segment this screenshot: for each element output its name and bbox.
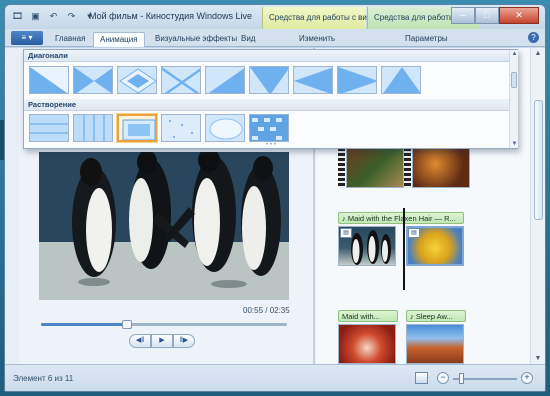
- ribbon-tab-bar: ≡ ▾ Главная Анимация Визуальные эффекты …: [5, 29, 545, 47]
- penguins-image: [39, 152, 289, 300]
- seek-thumb[interactable]: [122, 320, 133, 329]
- music-caption[interactable]: ♪ Maid with the Flaxen Hair — R...: [338, 212, 464, 224]
- tab-visual-effects[interactable]: Визуальные эффекты: [149, 32, 243, 47]
- video-tools-context-tab[interactable]: Средства для работы с видео: [262, 7, 380, 29]
- music-caption[interactable]: ♪ Sleep Aw...: [406, 310, 466, 322]
- diagonal-transition-preview-icon: [208, 68, 244, 93]
- zoom-in-button[interactable]: +: [521, 372, 533, 384]
- dissolve-transition-tile[interactable]: [29, 114, 69, 142]
- tab-view[interactable]: Вид: [235, 32, 261, 47]
- dissolve-transition-tile[interactable]: [73, 114, 113, 142]
- redo-icon[interactable]: ↷: [65, 10, 78, 23]
- app-window: 🎞 ▣ ↶ ↷ ▾ Мой фильм - Киностудия Windows…: [4, 4, 546, 392]
- gallery-scroll-down-icon[interactable]: ▼: [511, 141, 518, 147]
- transition-icon: ▤: [408, 228, 420, 238]
- time-readout: 00:55 / 02:35: [243, 306, 290, 315]
- filmstrip-edge: [404, 148, 411, 188]
- film-icon[interactable]: 🎞: [11, 10, 24, 23]
- diagonal-transition-preview-icon: [30, 67, 68, 93]
- undo-icon[interactable]: ↶: [47, 10, 60, 23]
- gallery-resize-grip[interactable]: • • •: [264, 142, 278, 148]
- gallery-section-dissolve: Растворение: [24, 99, 509, 111]
- dissolve-transition-tile[interactable]: [249, 114, 289, 142]
- diagonal-transition-tile[interactable]: [293, 66, 333, 94]
- thumbnail-size-icon[interactable]: [415, 372, 428, 384]
- diagonal-transition-tile[interactable]: [205, 66, 245, 94]
- dissolve-transition-preview-icon: [206, 115, 244, 141]
- diagonal-transition-preview-icon: [119, 68, 156, 93]
- diagonal-transition-tile[interactable]: [249, 66, 289, 94]
- seek-progress-fill: [41, 323, 128, 326]
- title-bar: 🎞 ▣ ↶ ↷ ▾ Мой фильм - Киностудия Windows…: [5, 5, 545, 29]
- music-caption[interactable]: Maid with...: [338, 310, 398, 322]
- storyboard-scrollbar[interactable]: ▲ ▼: [530, 48, 545, 364]
- dissolve-transition-preview-icon: [162, 115, 200, 141]
- diagonal-transition-tile[interactable]: [337, 66, 377, 94]
- playback-controls: ◀‖ ▶ ‖▶: [129, 334, 195, 348]
- dissolve-transition-tile[interactable]: [205, 114, 245, 142]
- tab-edit[interactable]: Изменить: [293, 32, 341, 47]
- quick-access-toolbar: 🎞 ▣ ↶ ↷ ▾: [11, 10, 96, 23]
- window-title: Мой фильм - Киностудия Windows Live: [89, 11, 253, 21]
- diagonal-transition-tile[interactable]: [161, 66, 201, 94]
- tab-options[interactable]: Параметры: [399, 32, 454, 47]
- file-menu-button[interactable]: ≡ ▾: [11, 31, 43, 45]
- diagonal-transition-preview-icon: [338, 67, 376, 93]
- scroll-thumb[interactable]: [534, 100, 543, 220]
- gallery-scroll-thumb[interactable]: [511, 72, 517, 88]
- play-button[interactable]: ▶: [151, 334, 173, 348]
- dissolve-transition-preview-icon: [122, 119, 155, 140]
- tab-animation[interactable]: Анимация: [93, 32, 145, 47]
- gallery-section-diagonals: Диагонали: [24, 50, 509, 62]
- status-bar: Элемент 6 из 11 − +: [5, 364, 545, 391]
- status-element-count: Элемент 6 из 11: [13, 374, 74, 383]
- zoom-out-button[interactable]: −: [437, 372, 449, 384]
- video-preview[interactable]: [39, 152, 289, 300]
- clip-thumbnail-desert[interactable]: [406, 324, 464, 364]
- close-button[interactable]: ✕: [499, 7, 539, 24]
- diagonal-transition-preview-icon: [162, 67, 200, 93]
- filmstrip-edge: [338, 148, 345, 188]
- minimize-button[interactable]: ─: [451, 7, 475, 24]
- next-frame-button[interactable]: ‖▶: [173, 334, 195, 348]
- gallery-scroll-up-icon[interactable]: ▲: [511, 51, 518, 57]
- tab-home[interactable]: Главная: [49, 32, 91, 47]
- transition-icon: ▤: [340, 228, 352, 238]
- dissolve-transition-preview-icon: [250, 115, 288, 141]
- transitions-gallery: Диагонали Растворение ▲ ▼ • • •: [23, 49, 518, 149]
- caption-buttons: ─ □ ✕: [451, 7, 539, 24]
- diagonal-transition-preview-icon: [294, 67, 332, 93]
- diagonal-transition-tile[interactable]: [117, 66, 157, 94]
- dissolve-transition-tile[interactable]: [117, 114, 157, 142]
- diagonal-transition-preview-icon: [74, 67, 112, 93]
- clip-thumbnail[interactable]: [346, 148, 404, 188]
- dissolve-transition-preview-icon: [30, 115, 68, 141]
- diagonal-transition-preview-icon: [383, 67, 420, 93]
- clip-thumbnail-flower[interactable]: [338, 324, 396, 364]
- diagonal-transition-tile[interactable]: [29, 66, 69, 94]
- previous-frame-button[interactable]: ◀‖: [129, 334, 151, 348]
- save-icon[interactable]: ▣: [29, 10, 42, 23]
- diagonal-transition-preview-icon: [250, 67, 288, 93]
- diagonal-transition-tile[interactable]: [381, 66, 421, 94]
- gallery-scrollbar[interactable]: ▲ ▼: [509, 50, 518, 148]
- zoom-control: − +: [437, 372, 533, 386]
- scroll-up-icon[interactable]: ▲: [534, 50, 542, 57]
- diagonal-transition-tile[interactable]: [73, 66, 113, 94]
- seek-bar[interactable]: [41, 320, 287, 329]
- help-icon[interactable]: ?: [528, 32, 539, 43]
- maximize-button[interactable]: □: [475, 7, 499, 24]
- dissolve-transition-preview-icon: [74, 115, 112, 141]
- playhead-marker[interactable]: [403, 208, 405, 290]
- zoom-slider-knob[interactable]: [459, 373, 464, 384]
- dissolve-transition-tile[interactable]: [161, 114, 201, 142]
- clip-thumbnail[interactable]: [412, 148, 470, 188]
- scroll-down-icon[interactable]: ▼: [534, 355, 542, 362]
